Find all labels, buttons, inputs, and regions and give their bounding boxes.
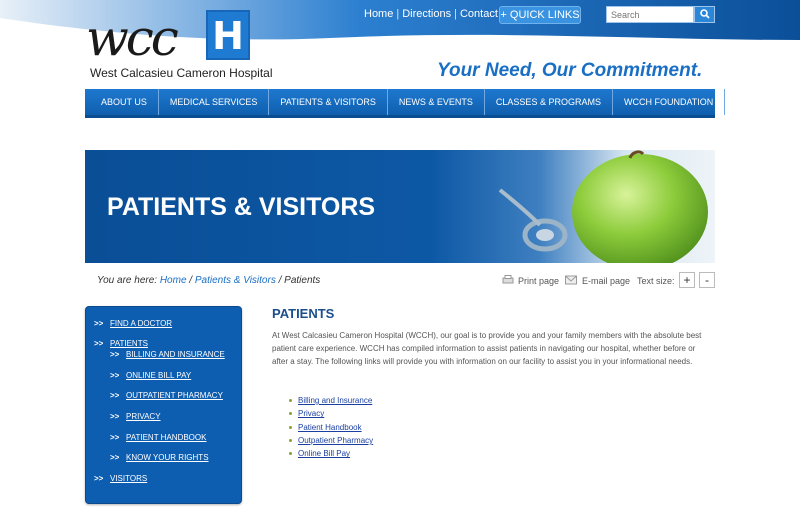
sidebar-subitem-billing[interactable]: BILLING AND INSURANCE [126,350,225,359]
sidebar-subitem-patient-handbook[interactable]: PATIENT HANDBOOK [126,433,206,442]
top-link-directions[interactable]: Directions [402,8,451,20]
apple-stethoscope-image [498,150,708,263]
arrow-icon: >> [110,371,120,380]
arrow-icon: >> [110,453,120,462]
email-page-link[interactable]: E-mail page [582,276,630,286]
arrow-icon: >> [94,474,104,483]
sidebar-subitem-privacy[interactable]: PRIVACY [126,412,161,421]
list-item-patient-handbook[interactable]: Patient Handbook [289,421,373,434]
page-banner: PATIENTS & VISITORS [85,150,715,263]
breadcrumb: You are here: Home / Patients & Visitors… [97,275,320,286]
top-link-home[interactable]: Home [364,8,393,20]
email-icon [565,275,577,285]
search-input[interactable] [606,6,694,23]
search-button[interactable] [694,6,715,23]
logo-h-box: H [206,10,250,60]
search-icon [700,9,710,19]
nav-about-us[interactable]: ABOUT US [85,89,159,115]
breadcrumb-prefix: You are here: [97,275,158,286]
list-item-billing-insurance[interactable]: Billing and Insurance [289,394,373,407]
arrow-icon: >> [110,412,120,421]
text-size-label: Text size: [637,276,675,286]
arrow-icon: >> [110,391,120,400]
arrow-icon: >> [94,339,104,348]
print-page-link[interactable]: Print page [518,276,559,286]
sidebar-item-find-a-doctor[interactable]: FIND A DOCTOR [110,319,172,328]
main-nav: ABOUT US MEDICAL SERVICES PATIENTS & VIS… [85,89,726,118]
nav-news-events[interactable]: NEWS & EVENTS [388,89,485,115]
text-size-decrease-button[interactable]: - [699,272,715,288]
sidebar-subitem-know-your-rights[interactable]: KNOW YOUR RIGHTS [126,453,209,462]
breadcrumb-home[interactable]: Home [160,275,187,286]
list-item-online-bill-pay[interactable]: Online Bill Pay [289,447,373,460]
list-item-privacy[interactable]: Privacy [289,407,373,420]
nav-patients-visitors[interactable]: PATIENTS & VISITORS [269,89,388,115]
tagline: Your Need, Our Commitment. [437,60,703,81]
sidebar-subitem-online-bill-pay[interactable]: ONLINE BILL PAY [126,371,191,380]
patient-links-list: Billing and Insurance Privacy Patient Ha… [289,394,373,460]
arrow-icon: >> [110,350,120,359]
top-links: Home | Directions | Contact Us [364,8,514,20]
content-title: PATIENTS [272,306,335,321]
breadcrumb-section[interactable]: Patients & Visitors [195,275,276,286]
separator: | [396,8,400,20]
sidebar-nav: >> FIND A DOCTOR >> PATIENTS >> BILLING … [85,306,242,504]
list-item-outpatient-pharmacy[interactable]: Outpatient Pharmacy [289,434,373,447]
nav-classes-programs[interactable]: CLASSES & PROGRAMS [485,89,613,115]
separator: | [454,8,457,20]
logo-h-letter: H [212,14,244,58]
print-icon [502,275,514,284]
quick-links-button[interactable]: + QUICK LINKS [499,6,581,24]
breadcrumb-current: Patients [284,275,321,286]
site-logo[interactable]: wcc H West Calcasieu Cameron Hospital [86,9,273,80]
nav-medical-services[interactable]: MEDICAL SERVICES [159,89,270,115]
hospital-name: West Calcasieu Cameron Hospital [90,66,273,80]
breadcrumb-separator: / [278,275,282,286]
arrow-icon: >> [94,319,104,328]
sidebar-item-patients[interactable]: PATIENTS [110,339,148,348]
text-size-increase-button[interactable]: + [679,272,695,288]
sidebar-subitem-outpatient-pharmacy[interactable]: OUTPATIENT PHARMACY [126,391,223,400]
logo-letters: wcc [86,9,179,67]
breadcrumb-separator: / [189,275,193,286]
nav-wcch-foundation[interactable]: WCCH FOUNDATION [613,89,726,115]
sidebar-item-visitors[interactable]: VISITORS [110,474,147,483]
page-banner-title: PATIENTS & VISITORS [107,193,376,221]
arrow-icon: >> [110,433,120,442]
content-paragraph: At West Calcasieu Cameron Hospital (WCCH… [272,331,702,366]
